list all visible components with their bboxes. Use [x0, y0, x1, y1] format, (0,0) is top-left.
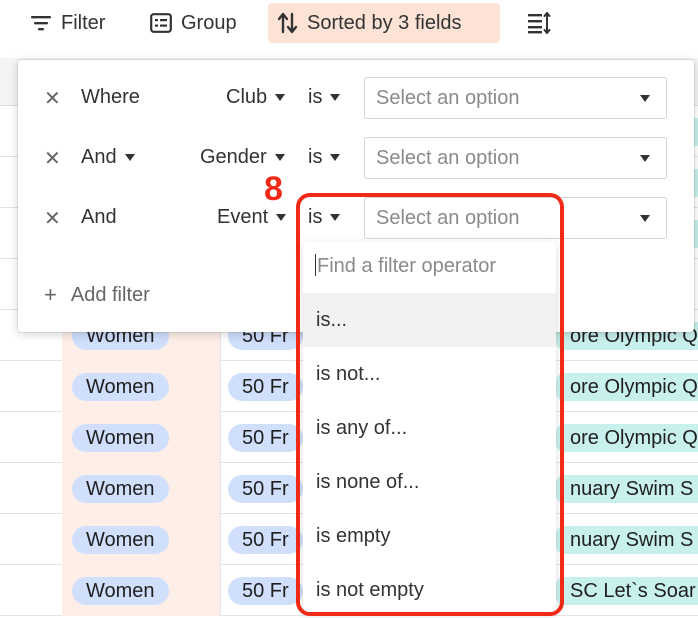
annotation-step-number: 8 [264, 170, 283, 208]
competition-pill: SC Let`s Soar [556, 577, 698, 605]
operator-select[interactable]: is [308, 146, 341, 169]
sort-arrows-icon [278, 12, 298, 34]
conjunction-select[interactable]: And [81, 146, 135, 169]
event-pill: 50 Fr [228, 526, 303, 554]
group-button-label: Group [181, 11, 237, 34]
sort-button[interactable]: Sorted by 3 fields [268, 3, 500, 43]
value-select[interactable]: Select an option [364, 137, 667, 179]
value-select[interactable]: Select an option [364, 197, 667, 239]
row-height-icon [527, 12, 551, 34]
operator-search-input[interactable]: Find a filter operator [315, 254, 496, 278]
filter-condition-row: ✕ And Event is Select an option [18, 194, 694, 244]
event-pill: 50 Fr [228, 577, 303, 605]
remove-condition-icon[interactable]: ✕ [44, 207, 64, 231]
event-pill: 50 Fr [228, 373, 303, 401]
field-select-label: Club [226, 86, 268, 108]
cell-divider [220, 361, 221, 412]
conjunction-label: Where [81, 86, 140, 109]
field-select-label: Event [217, 206, 269, 228]
cell-divider [220, 565, 221, 616]
operator-select-label: is [308, 146, 323, 168]
field-select[interactable]: Gender [200, 146, 285, 169]
plus-icon: + [44, 282, 57, 307]
add-filter-button[interactable]: + Add filter [44, 282, 150, 308]
view-toolbar: Filter Group Sorted by 3 fields [0, 0, 698, 50]
remove-condition-icon[interactable]: ✕ [44, 87, 64, 111]
value-select[interactable]: Select an option [364, 77, 667, 119]
chevron-down-icon [330, 214, 341, 221]
chevron-down-icon [640, 215, 650, 222]
row-height-button[interactable] [517, 3, 561, 43]
operator-select[interactable]: is [308, 86, 341, 109]
conjunction-text: And [81, 146, 117, 168]
operator-option-is-not[interactable]: is not... [303, 347, 556, 401]
cell-divider [220, 514, 221, 565]
operator-search-placeholder: Find a filter operator [317, 255, 496, 277]
operator-option-is-none-of[interactable]: is none of... [303, 455, 556, 509]
conjunction-label: And [81, 206, 117, 229]
filter-button[interactable]: Filter [20, 3, 115, 43]
remove-condition-icon[interactable]: ✕ [44, 147, 64, 171]
chevron-down-icon [330, 154, 341, 161]
competition-pill: nuary Swim S [556, 475, 698, 503]
operator-option-is-any-of[interactable]: is any of... [303, 401, 556, 455]
operator-select-label: is [308, 86, 323, 108]
gender-pill: Women [72, 424, 169, 452]
filter-condition-row: ✕ Where Club is Select an option [18, 74, 694, 124]
chevron-down-icon [640, 95, 650, 102]
chevron-down-icon [124, 154, 135, 161]
gender-pill: Women [72, 577, 169, 605]
operator-option-is-empty[interactable]: is empty [303, 509, 556, 563]
field-select[interactable]: Event [217, 206, 287, 229]
cell-divider [220, 463, 221, 514]
sort-button-label: Sorted by 3 fields [307, 11, 462, 34]
gender-pill: Women [72, 373, 169, 401]
value-select-placeholder: Select an option [376, 87, 520, 109]
event-pill: 50 Fr [228, 475, 303, 503]
gender-pill: Women [72, 526, 169, 554]
event-pill: 50 Fr [228, 424, 303, 452]
field-select[interactable]: Club [226, 86, 286, 109]
chevron-down-icon [330, 94, 341, 101]
operator-option-is[interactable]: is... [303, 293, 556, 347]
value-select-placeholder: Select an option [376, 207, 520, 229]
operator-select-label: is [308, 206, 323, 228]
competition-pill: nuary Swim S [556, 526, 698, 554]
conjunction-text: And [81, 206, 117, 228]
operator-dropdown-menu: Find a filter operator is... is not... i… [303, 242, 556, 614]
chevron-down-icon [274, 154, 285, 161]
group-list-icon [150, 13, 172, 33]
field-select-label: Gender [200, 146, 267, 168]
conjunction-text: Where [81, 86, 140, 108]
add-filter-label: Add filter [70, 283, 150, 306]
cell-divider [220, 412, 221, 463]
operator-select-open[interactable]: is [308, 206, 341, 229]
group-button[interactable]: Group [140, 3, 247, 43]
filter-lines-icon [30, 14, 52, 32]
operator-option-is-not-empty[interactable]: is not empty [303, 563, 556, 614]
text-cursor [315, 254, 316, 276]
filter-button-label: Filter [61, 11, 106, 34]
competition-pill: ore Olympic Q [556, 373, 698, 401]
chevron-down-icon [276, 214, 287, 221]
filter-condition-row: ✕ And Gender is Select an option [18, 134, 694, 184]
gender-pill: Women [72, 475, 169, 503]
chevron-down-icon [275, 94, 286, 101]
value-select-placeholder: Select an option [376, 147, 520, 169]
competition-pill: ore Olympic Q [556, 424, 698, 452]
chevron-down-icon [640, 155, 650, 162]
